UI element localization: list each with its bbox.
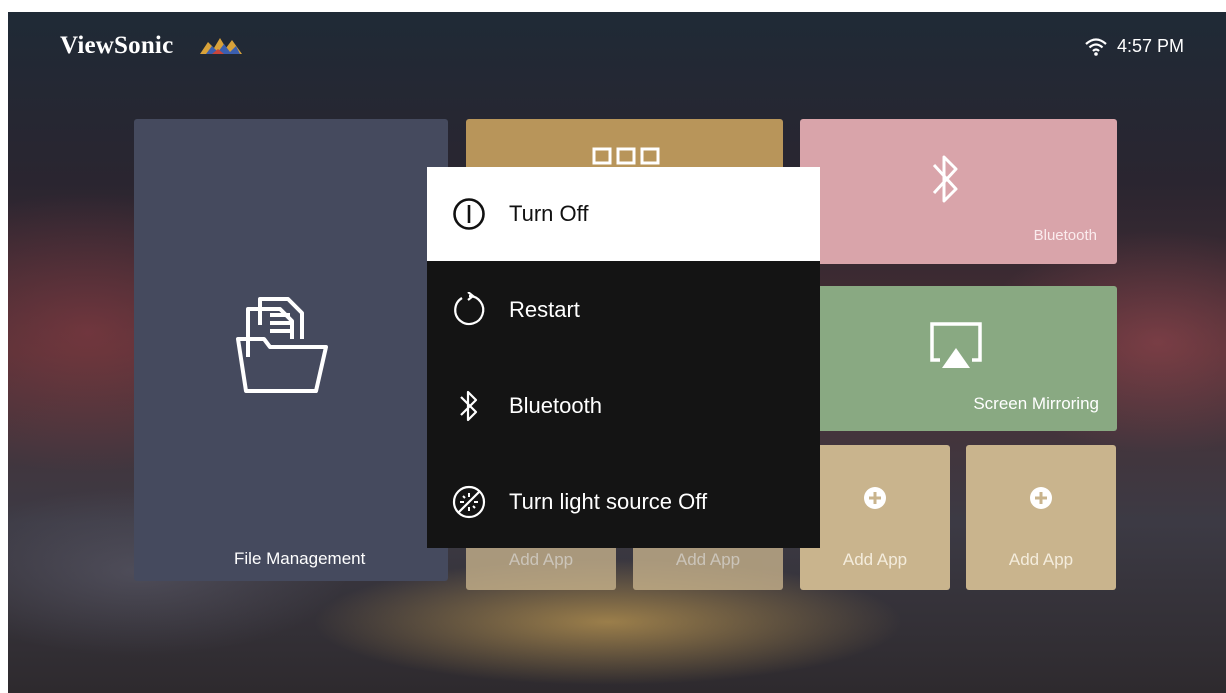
- brand-birds-icon: [200, 38, 242, 54]
- add-app-label: Add App: [842, 550, 908, 569]
- bluetooth-tile[interactable]: Bluetooth: [800, 119, 1117, 264]
- menu-item-label: Turn Off: [509, 201, 589, 226]
- menu-item-label: Turn light source Off: [509, 489, 708, 514]
- add-icon: [1030, 487, 1052, 509]
- screen-mirroring-tile[interactable]: Screen Mirroring: [800, 286, 1117, 431]
- file-management-tile[interactable]: File Management: [134, 119, 448, 581]
- power-menu: Turn Off Restart Bluetooth Turn light so…: [427, 167, 820, 548]
- wifi-icon: [1085, 37, 1107, 56]
- menu-item-label: Restart: [509, 297, 580, 322]
- restart-icon: [451, 292, 487, 328]
- add-app-tile-3[interactable]: Add App: [800, 445, 950, 590]
- menu-item-label: Bluetooth: [509, 393, 602, 418]
- apps-grid-icon: [592, 147, 660, 165]
- menu-item-turn-off[interactable]: Turn Off: [427, 167, 820, 261]
- add-icon: [864, 487, 886, 509]
- clock: 4:57 PM: [1116, 36, 1184, 56]
- bluetooth-icon: [932, 155, 958, 203]
- brand-logo: ViewSonic: [60, 32, 174, 59]
- menu-item-bluetooth[interactable]: Bluetooth: [427, 359, 820, 453]
- bluetooth-tile-label: Bluetooth: [1033, 227, 1097, 244]
- light-source-off-icon: [451, 484, 487, 520]
- add-app-label: Add App: [1008, 550, 1074, 569]
- screen-mirroring-label: Screen Mirroring: [973, 394, 1099, 413]
- add-app-tile-4[interactable]: Add App: [966, 445, 1116, 590]
- bluetooth-icon: [451, 388, 487, 424]
- home-screen: ViewSonic 4:57 PM File Management Blueto…: [8, 12, 1226, 693]
- add-app-label: Add App: [675, 550, 741, 569]
- file-management-label: File Management: [234, 549, 366, 568]
- menu-item-light-source-off[interactable]: Turn light source Off: [427, 455, 820, 549]
- power-icon: [451, 196, 487, 232]
- screen-mirroring-icon: [930, 322, 982, 368]
- menu-item-restart[interactable]: Restart: [427, 263, 820, 357]
- add-app-label: Add App: [508, 550, 574, 569]
- folder-files-icon: [236, 297, 328, 393]
- status-bar: 4:57 PM: [1085, 36, 1184, 57]
